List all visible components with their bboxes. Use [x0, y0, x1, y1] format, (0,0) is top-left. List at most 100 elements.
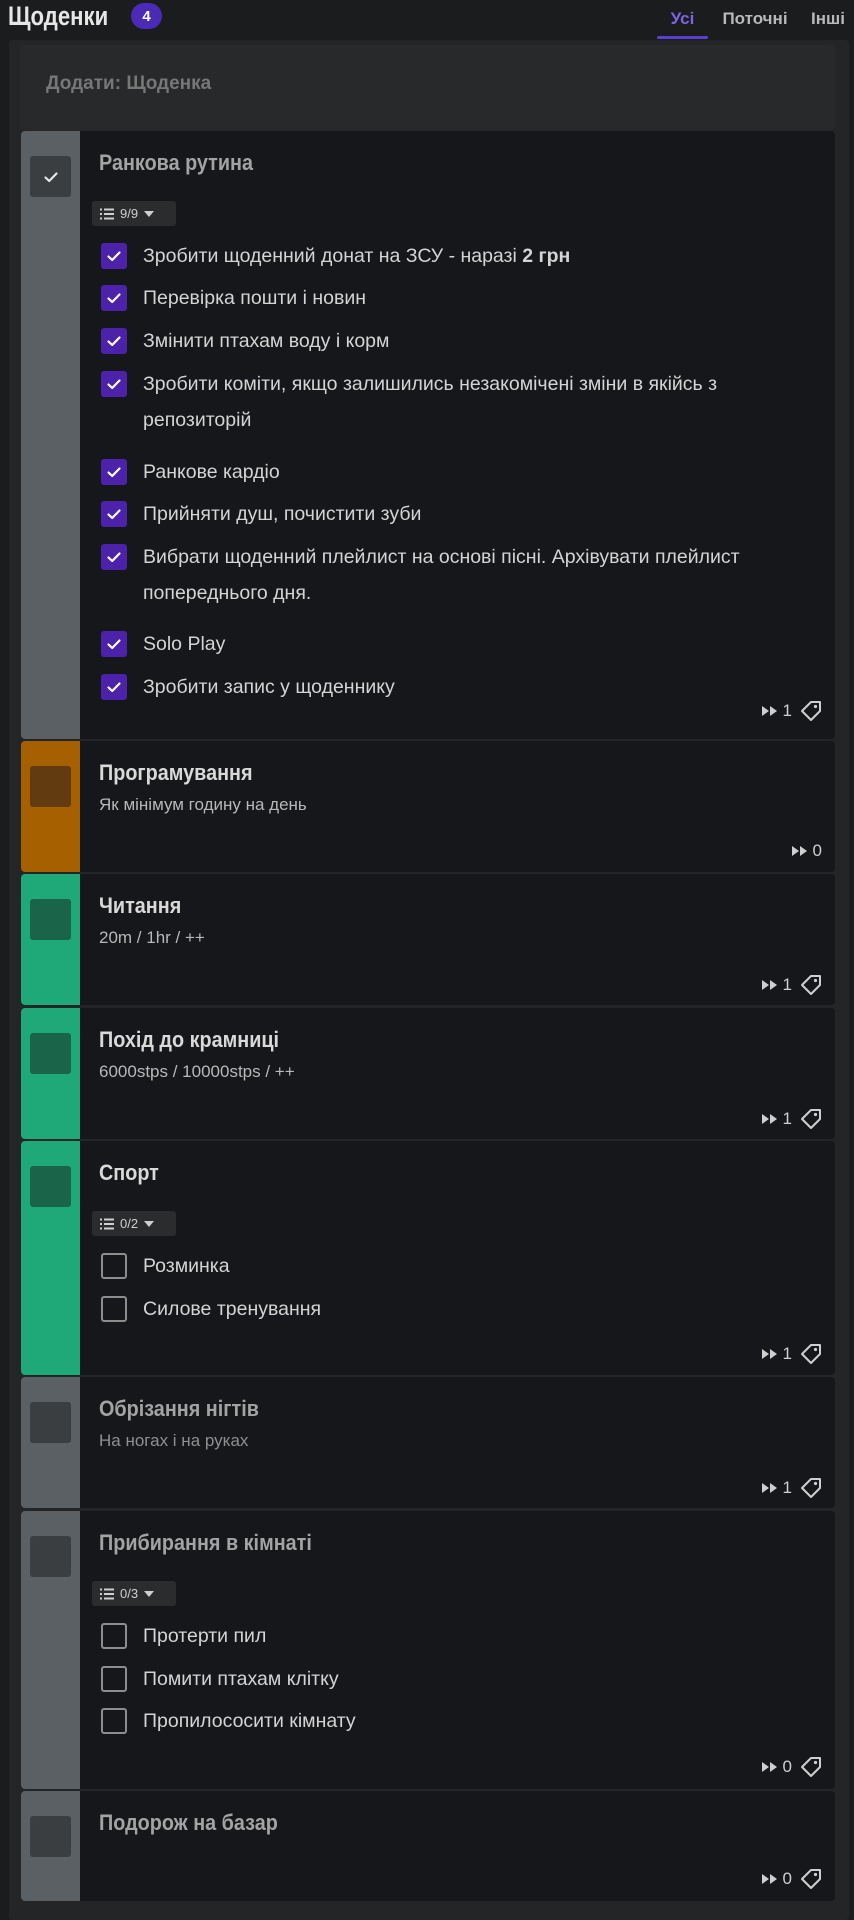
tag-icon[interactable]	[800, 1108, 822, 1130]
complete-checkbox[interactable]	[30, 156, 71, 197]
checklist-item-text: Прийняти душ, почистити зуби	[143, 496, 421, 532]
fast-forward-icon	[761, 980, 777, 990]
checklist-checkbox[interactable]	[101, 501, 127, 527]
tag-icon[interactable]	[800, 1343, 822, 1365]
caret-down-icon	[144, 1590, 155, 1597]
fast-forward-icon	[761, 1483, 777, 1493]
task-side-strip	[21, 1791, 80, 1901]
tag-icon[interactable]	[800, 1756, 822, 1778]
filter-tabs: Усі Поточні Інші	[657, 0, 854, 40]
checklist-item-label: Зробити коміти, якщо залишились незакомі…	[143, 373, 718, 431]
tab-all[interactable]: Усі	[657, 0, 708, 39]
task-side-strip	[21, 1511, 80, 1789]
checklist-item: Силове тренування	[101, 1296, 815, 1327]
page-title: Щоденки	[8, 0, 109, 31]
checklist-item: Зробити коміти, якщо залишились незакомі…	[101, 371, 815, 438]
checklist-item: Вибрати щоденний плейлист на основі пісн…	[101, 544, 815, 611]
fast-forward-icon	[761, 1874, 777, 1884]
add-daily-input[interactable]: Додати: Щоденка	[20, 45, 835, 130]
checklist-item-label: Ранкове кардіо	[143, 461, 280, 483]
checklist-checkbox[interactable]	[101, 371, 127, 397]
checklist-item-text: Ранкове кардіо	[143, 454, 280, 490]
checklist-count: 0/3	[120, 1586, 139, 1601]
task-side-strip	[21, 1008, 80, 1139]
checklist-item-text: Перевірка пошти і новин	[143, 280, 366, 316]
task-title: Обрізання нігтів	[99, 1396, 259, 1421]
task-title: Спорт	[99, 1160, 159, 1185]
count-badge: 4	[131, 3, 162, 29]
fast-forward-icon	[761, 1114, 777, 1124]
checklist-checkbox[interactable]	[101, 459, 127, 485]
checklist-item-label: Пропилососити кімнату	[143, 1710, 356, 1732]
streak-value: 0	[812, 841, 822, 860]
checklist-checkbox[interactable]	[101, 544, 127, 570]
checklist-checkbox[interactable]	[101, 1623, 127, 1649]
checklist-item-text: Пропилососити кімнату	[143, 1703, 356, 1739]
checklist-item-text: Змінити птахам воду і корм	[143, 323, 389, 359]
habit-card: Читання 20m / 1hr / ++ 1	[21, 874, 835, 1005]
task-side-strip	[21, 131, 80, 739]
checklist-checkbox[interactable]	[101, 631, 127, 657]
streak-value: 1	[782, 1109, 792, 1128]
checklist-item: Розминка	[101, 1253, 815, 1284]
checklist-checkbox[interactable]	[101, 674, 127, 700]
complete-checkbox[interactable]	[30, 1033, 71, 1074]
checklist-checkbox[interactable]	[101, 1253, 127, 1279]
task-title: Ранкова рутина	[99, 150, 254, 175]
tab-other[interactable]: Інші	[802, 0, 854, 38]
checklist-item-text: Розминка	[143, 1248, 230, 1284]
checklist-checkbox[interactable]	[101, 328, 127, 354]
fast-forward-icon	[761, 1762, 777, 1772]
task-notes: На ногах і на руках	[99, 1431, 249, 1450]
fast-forward-icon	[791, 846, 807, 856]
checklist-item: Протерти пил	[101, 1623, 815, 1654]
check-icon	[107, 639, 121, 650]
checklist-checkbox[interactable]	[101, 243, 127, 269]
check-icon	[107, 379, 121, 390]
task-side-strip	[21, 874, 80, 1005]
fast-forward-icon	[761, 1349, 777, 1359]
tag-icon[interactable]	[800, 700, 822, 722]
complete-checkbox[interactable]	[30, 1402, 71, 1443]
task-notes: 20m / 1hr / ++	[99, 928, 205, 947]
checklist-item-text: Зробити коміти, якщо залишились незакомі…	[143, 366, 815, 438]
checklist-checkbox[interactable]	[101, 1708, 127, 1734]
habit-card: Похід до крамниці 6000stps / 10000stps / …	[21, 1008, 835, 1139]
task-meta: 0	[791, 841, 822, 861]
list-icon	[100, 1218, 114, 1229]
check-icon	[107, 509, 121, 520]
complete-checkbox[interactable]	[30, 899, 71, 940]
complete-checkbox[interactable]	[30, 766, 71, 807]
check-icon	[107, 293, 121, 304]
complete-checkbox[interactable]	[30, 1166, 71, 1207]
habit-card: Ранкова рутина 9/9 Зробити щоденний донат …	[21, 131, 835, 739]
checklist-toggle[interactable]: 0/2	[92, 1211, 176, 1236]
checklist-item-label: Перевірка пошти і новин	[143, 287, 366, 309]
fast-forward-icon	[761, 706, 777, 716]
streak-counter: 0	[761, 1757, 792, 1777]
check-icon	[107, 467, 121, 478]
task-title: Похід до крамниці	[99, 1027, 280, 1052]
complete-checkbox[interactable]	[30, 1816, 71, 1857]
checklist-toggle[interactable]: 0/3	[92, 1581, 176, 1606]
checklist-checkbox[interactable]	[101, 1296, 127, 1322]
checklist-count: 0/2	[120, 1216, 139, 1231]
task-meta: 1	[761, 974, 822, 996]
checklist-item-text: Solo Play	[143, 626, 225, 662]
habit-card: Спорт 0/2 Розминка Силове тренування 1	[21, 1141, 835, 1375]
task-meta: 0	[761, 1868, 822, 1890]
tag-icon[interactable]	[800, 974, 822, 996]
checklist-item: Зробити запис у щоденнику	[101, 674, 815, 705]
complete-checkbox[interactable]	[30, 1536, 71, 1577]
checklist-checkbox[interactable]	[101, 285, 127, 311]
tag-icon[interactable]	[800, 1868, 822, 1890]
streak-counter: 1	[761, 1109, 792, 1129]
streak-counter: 1	[761, 701, 792, 721]
tag-icon[interactable]	[800, 1477, 822, 1499]
tab-due[interactable]: Поточні	[708, 0, 802, 38]
check-icon	[107, 251, 121, 262]
checklist-toggle[interactable]: 9/9	[92, 201, 176, 226]
habit-card: Подорож на базар 0	[21, 1791, 835, 1901]
checklist-item: Пропилососити кімнату	[101, 1708, 815, 1739]
checklist-checkbox[interactable]	[101, 1666, 127, 1692]
